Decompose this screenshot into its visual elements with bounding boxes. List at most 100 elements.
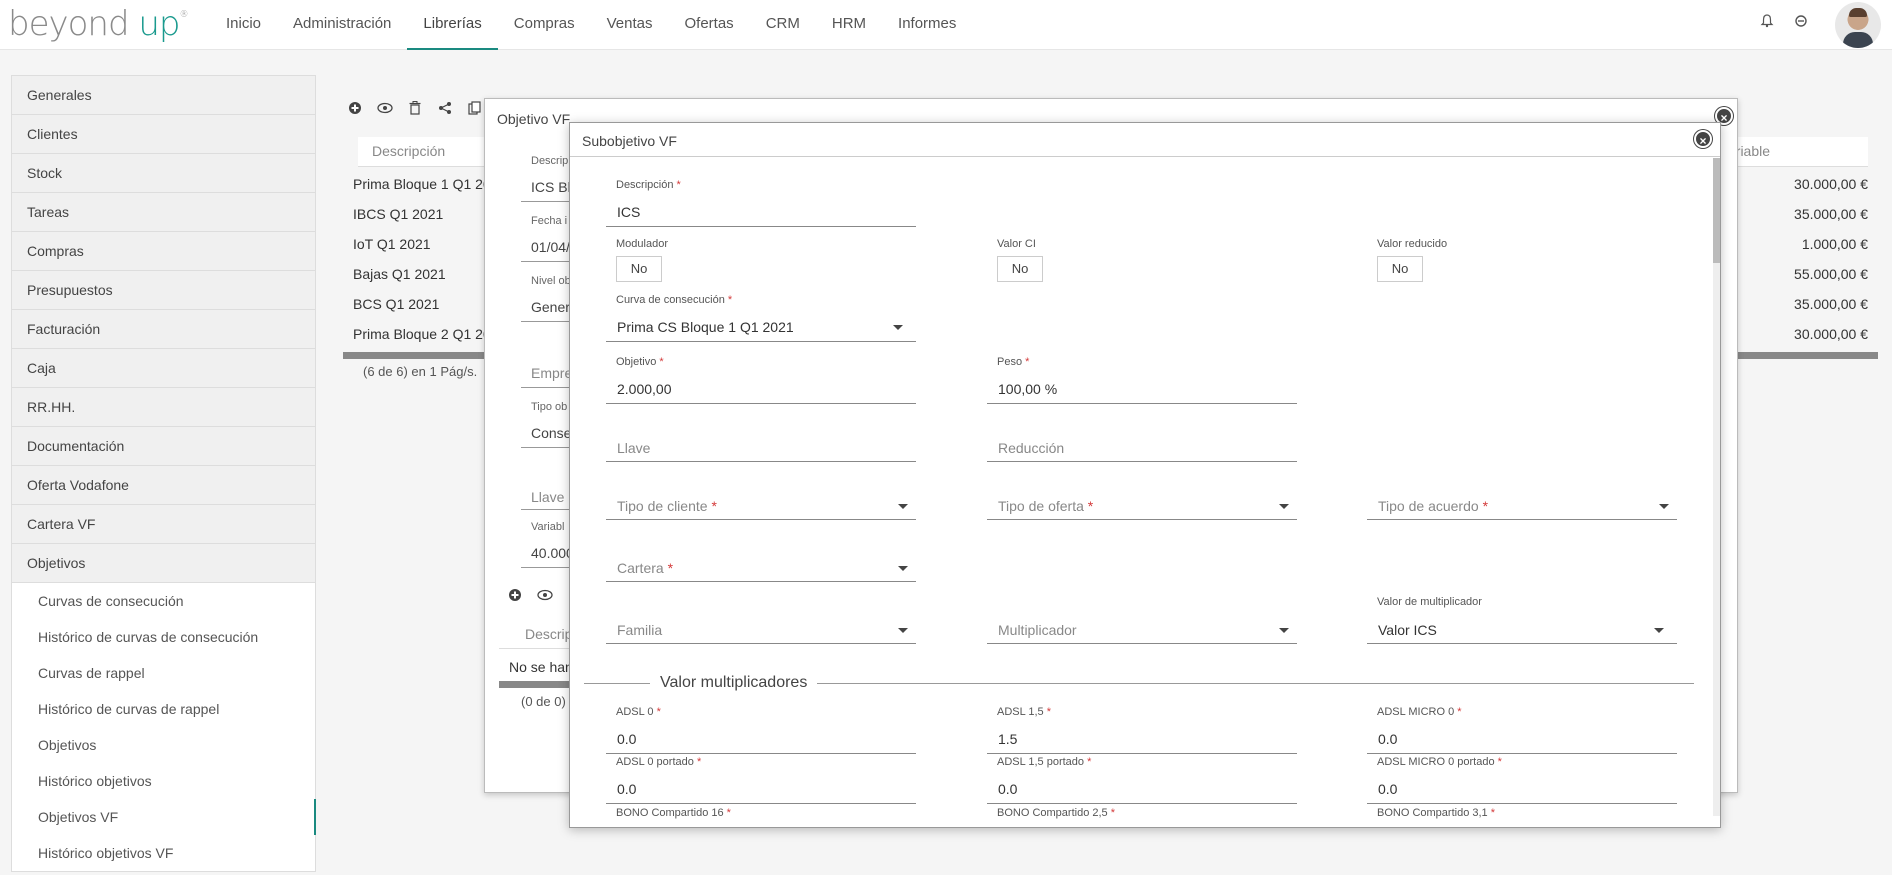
horizontal-scrollbar[interactable] [499,681,569,688]
adsl0-field[interactable]: 0.0 [617,731,636,747]
chevron-down-icon[interactable] [1654,628,1664,633]
familia-select[interactable]: Familia [617,622,662,638]
nav-compras[interactable]: Compras [498,0,591,50]
multiplicador-select[interactable]: Multiplicador [998,622,1077,638]
descripcion-field[interactable]: ICS [617,204,640,220]
eye-icon[interactable] [533,583,557,607]
sidebar-subitem-objetivos-vf[interactable]: Objetivos VF [12,799,316,835]
nav-crm[interactable]: CRM [750,0,816,50]
empresa-field[interactable]: Empre [531,365,572,381]
valor-multiplicador-select[interactable]: Valor ICS [1378,622,1437,638]
chevron-down-icon[interactable] [898,566,908,571]
fecha-field[interactable]: 01/04/ [531,239,570,255]
nivel-field[interactable]: Gener [531,299,570,315]
adsl-micro0-portado-field[interactable]: 0.0 [1378,781,1397,797]
sidebar-subitem-historico-curvas-consecucion[interactable]: Histórico de curvas de consecución [12,619,315,655]
sidebar-item-rrhh[interactable]: RR.HH. [12,388,315,427]
sidebar-item-oferta-vodafone[interactable]: Oferta Vodafone [12,466,315,505]
sub-toolbar [503,583,557,607]
modulador-toggle[interactable]: No [616,256,662,282]
nivel-label: Nivel ob [531,275,571,287]
objetivo-field[interactable]: 2.000,00 [617,381,672,397]
sidebar-item-generales[interactable]: Generales [12,76,315,115]
section-title: Valor multiplicadores [650,674,818,692]
chevron-down-icon[interactable] [898,504,908,509]
nav-ofertas[interactable]: Ofertas [669,0,750,50]
list-header-descripcion[interactable]: Descripción [372,143,445,159]
eye-icon[interactable] [373,96,397,120]
sidebar-item-compras[interactable]: Compras [12,232,315,271]
sidebar-item-cartera-vf[interactable]: Cartera VF [12,505,315,544]
nav-inicio[interactable]: Inicio [210,0,277,50]
field-underline [987,803,1297,804]
sidebar-item-objetivos[interactable]: Objetivos [12,544,315,583]
sub-header-descripcion[interactable]: Descrip [525,626,572,642]
share-icon[interactable] [433,96,457,120]
modulador-label: Modulador [616,238,668,250]
row-name: Prima Bloque 1 Q1 20 [353,176,491,192]
adsl0-portado-field[interactable]: 0.0 [617,781,636,797]
chevron-down-icon[interactable] [893,325,903,330]
trash-icon[interactable] [403,96,427,120]
tipo-cliente-select[interactable]: Tipo de cliente * [617,498,717,514]
field-underline [987,643,1297,644]
sidebar-subitem-historico-objetivos[interactable]: Histórico objetivos [12,763,315,799]
reduccion-field[interactable]: Reducción [998,440,1064,456]
curva-select[interactable]: Prima CS Bloque 1 Q1 2021 [617,319,794,335]
sidebar-item-clientes[interactable]: Clientes [12,115,315,154]
nav-hrm[interactable]: HRM [816,0,882,50]
chevron-down-icon[interactable] [1659,504,1669,509]
variable-field[interactable]: 40.000 [531,545,574,561]
adsl-micro0-field[interactable]: 0.0 [1378,731,1397,747]
cartera-select[interactable]: Cartera * [617,560,673,576]
dialog-title: Subobjetivo VF [582,133,677,149]
user-avatar[interactable] [1835,2,1881,48]
power-icon[interactable] [1792,12,1810,30]
close-icon[interactable]: × [1694,130,1712,148]
nav-librerias[interactable]: Librerías [407,0,498,50]
add-icon[interactable] [343,96,367,120]
sidebar-subitem-objetivos[interactable]: Objetivos [12,727,315,763]
adsl15-portado-field[interactable]: 0.0 [998,781,1017,797]
sidebar-subitem-curvas-rappel[interactable]: Curvas de rappel [12,655,315,691]
sidebar-item-tareas[interactable]: Tareas [12,193,315,232]
nav-ventas[interactable]: Ventas [591,0,669,50]
tipo-field[interactable]: Conse [531,425,571,441]
bell-icon[interactable] [1758,12,1776,30]
field-underline [606,341,916,342]
brand-logo[interactable]: beyond up® [8,4,189,44]
main-nav: Inicio Administración Librerías Compras … [210,0,972,50]
vertical-scrollbar[interactable] [1713,158,1720,816]
bono25-label: BONO Compartido 2,5 * [997,807,1115,819]
tipo-oferta-select[interactable]: Tipo de oferta * [998,498,1093,514]
nav-informes[interactable]: Informes [882,0,972,50]
pagination-text: (6 de 6) en 1 Pág/s. [363,364,478,379]
sidebar-item-documentacion[interactable]: Documentación [12,427,315,466]
valor-ci-toggle[interactable]: No [997,256,1043,282]
peso-label: Peso * [997,356,1030,368]
peso-field[interactable]: 100,00 % [998,381,1057,397]
sidebar-subitem-historico-curvas-rappel[interactable]: Histórico de curvas de rappel [12,691,315,727]
sidebar-item-caja[interactable]: Caja [12,349,315,388]
objetivo-label: Objetivo * [616,356,664,368]
sidebar-item-stock[interactable]: Stock [12,154,315,193]
sidebar-subitem-historico-objetivos-vf[interactable]: Histórico objetivos VF [12,835,315,871]
llave-field[interactable]: Llave [617,440,650,456]
row-amount: 35.000,00 € [1794,296,1868,312]
field-underline [606,753,916,754]
nav-administracion[interactable]: Administración [277,0,407,50]
field-underline [606,403,916,404]
adsl15-field[interactable]: 1.5 [998,731,1017,747]
sidebar-subitem-curvas-consecucion[interactable]: Curvas de consecución [12,583,315,619]
scrollbar-thumb[interactable] [1713,158,1720,263]
chevron-down-icon[interactable] [1279,628,1289,633]
dialog-title: Objetivo VF [497,111,571,127]
sidebar-item-presupuestos[interactable]: Presupuestos [12,271,315,310]
chevron-down-icon[interactable] [898,628,908,633]
chevron-down-icon[interactable] [1279,504,1289,509]
tipo-acuerdo-select[interactable]: Tipo de acuerdo * [1378,498,1488,514]
valor-reducido-toggle[interactable]: No [1377,256,1423,282]
field-underline [606,461,916,462]
sidebar-item-facturacion[interactable]: Facturación [12,310,315,349]
add-icon[interactable] [503,583,527,607]
